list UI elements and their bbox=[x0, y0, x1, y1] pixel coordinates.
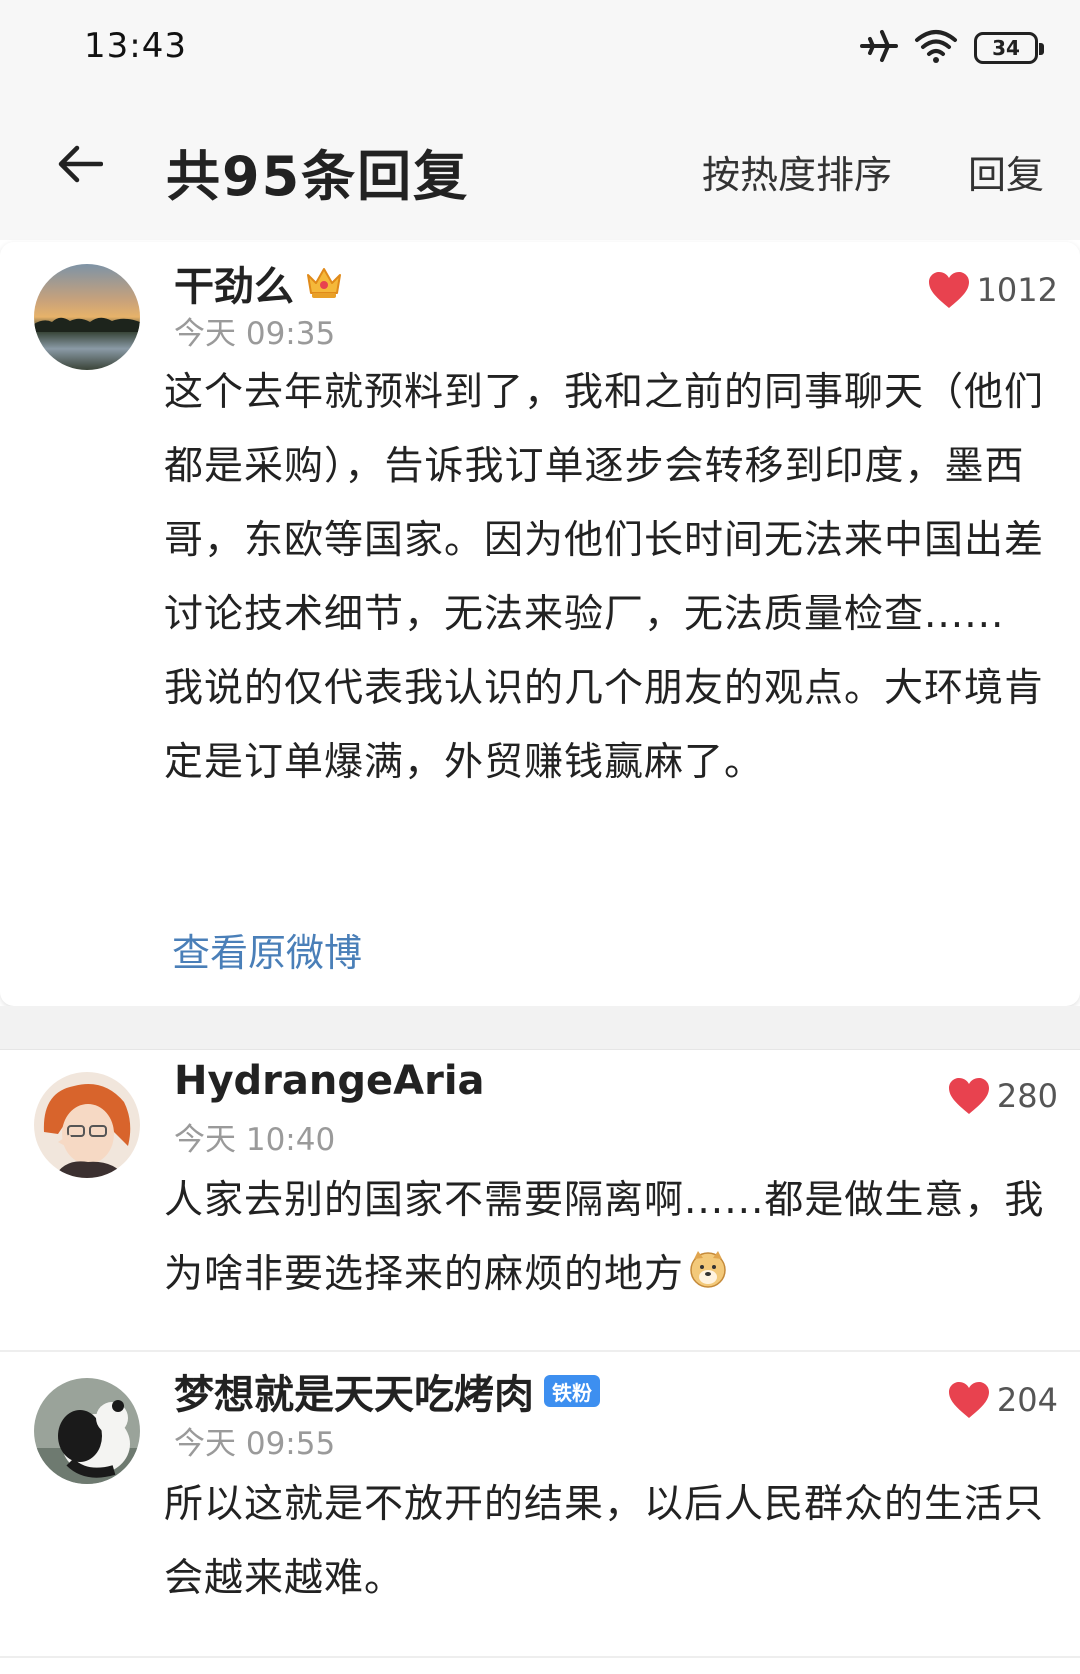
like-button[interactable]: 204 bbox=[947, 1380, 1058, 1420]
status-time: 13:43 bbox=[84, 26, 187, 66]
heart-icon bbox=[928, 272, 969, 308]
comment-card: HydrangeAria 今天 10:40 280 人家去别的国家不需要隔离啊.… bbox=[0, 1050, 1080, 1352]
top-bar: 共95条回复 按热度排序 回复 bbox=[0, 96, 1080, 240]
comment-card: 干劲么 今天 09:35 1012 这个去年就预料到了，我和之前的同事聊天（他们… bbox=[0, 242, 1080, 1006]
wifi-icon bbox=[914, 28, 958, 68]
doge-emoji-icon bbox=[688, 1240, 728, 1314]
airplane-icon bbox=[860, 28, 898, 68]
user-name[interactable]: HydrangeAria bbox=[174, 1058, 485, 1104]
user-name-row: 梦想就是天天吃烤肉 铁粉 bbox=[174, 1362, 600, 1420]
post-time: 今天 09:55 bbox=[174, 1426, 336, 1462]
avatar[interactable] bbox=[34, 1072, 140, 1178]
comment-card: 梦想就是天天吃烤肉 铁粉 今天 09:55 204 所以这就是不放开的结果，以后… bbox=[0, 1354, 1080, 1658]
reply-button[interactable]: 回复 bbox=[968, 144, 1044, 199]
user-name-row: 干劲么 bbox=[174, 254, 344, 312]
page-title: 共95条回复 bbox=[166, 145, 470, 208]
like-count: 280 bbox=[996, 1077, 1058, 1115]
heart-icon bbox=[948, 1078, 989, 1114]
battery-icon: 34 bbox=[974, 32, 1044, 64]
section-divider bbox=[0, 1006, 1080, 1050]
back-button[interactable] bbox=[50, 134, 110, 194]
crown-badge-icon bbox=[304, 261, 344, 305]
like-count: 204 bbox=[996, 1381, 1058, 1419]
heart-icon bbox=[948, 1382, 989, 1418]
status-bar: 13:43 34 bbox=[0, 0, 1080, 96]
user-name[interactable]: 梦想就是天天吃烤肉 bbox=[174, 1362, 534, 1420]
post-time: 今天 09:35 bbox=[174, 316, 336, 352]
avatar[interactable] bbox=[34, 264, 140, 370]
view-original-link[interactable]: 查看原微博 bbox=[172, 922, 362, 977]
like-button[interactable]: 1012 bbox=[927, 270, 1058, 310]
sort-by-hot-button[interactable]: 按热度排序 bbox=[702, 144, 892, 199]
like-count: 1012 bbox=[976, 271, 1058, 309]
post-time: 今天 10:40 bbox=[174, 1122, 336, 1158]
fan-badge: 铁粉 bbox=[544, 1375, 600, 1407]
comment-text: 所以这就是不放开的结果，以后人民群众的生活只会越来越难。 bbox=[164, 1482, 1045, 1601]
avatar[interactable] bbox=[34, 1378, 140, 1484]
comment-text: 人家去别的国家不需要隔离啊......都是做生意，我为啥非要选择来的麻烦的地方 bbox=[164, 1178, 1045, 1297]
battery-level: 34 bbox=[992, 36, 1020, 60]
like-button[interactable]: 280 bbox=[947, 1076, 1058, 1116]
user-name[interactable]: 干劲么 bbox=[174, 254, 294, 312]
status-icons: 34 bbox=[860, 28, 1044, 68]
comment-text: 这个去年就预料到了，我和之前的同事聊天（他们都是采购），告诉我订单逐步会转移到印… bbox=[164, 370, 1045, 785]
back-arrow-icon bbox=[58, 145, 103, 183]
comment-text-block: 人家去别的国家不需要隔离啊......都是做生意，我为啥非要选择来的麻烦的地方 bbox=[164, 1164, 1054, 1314]
